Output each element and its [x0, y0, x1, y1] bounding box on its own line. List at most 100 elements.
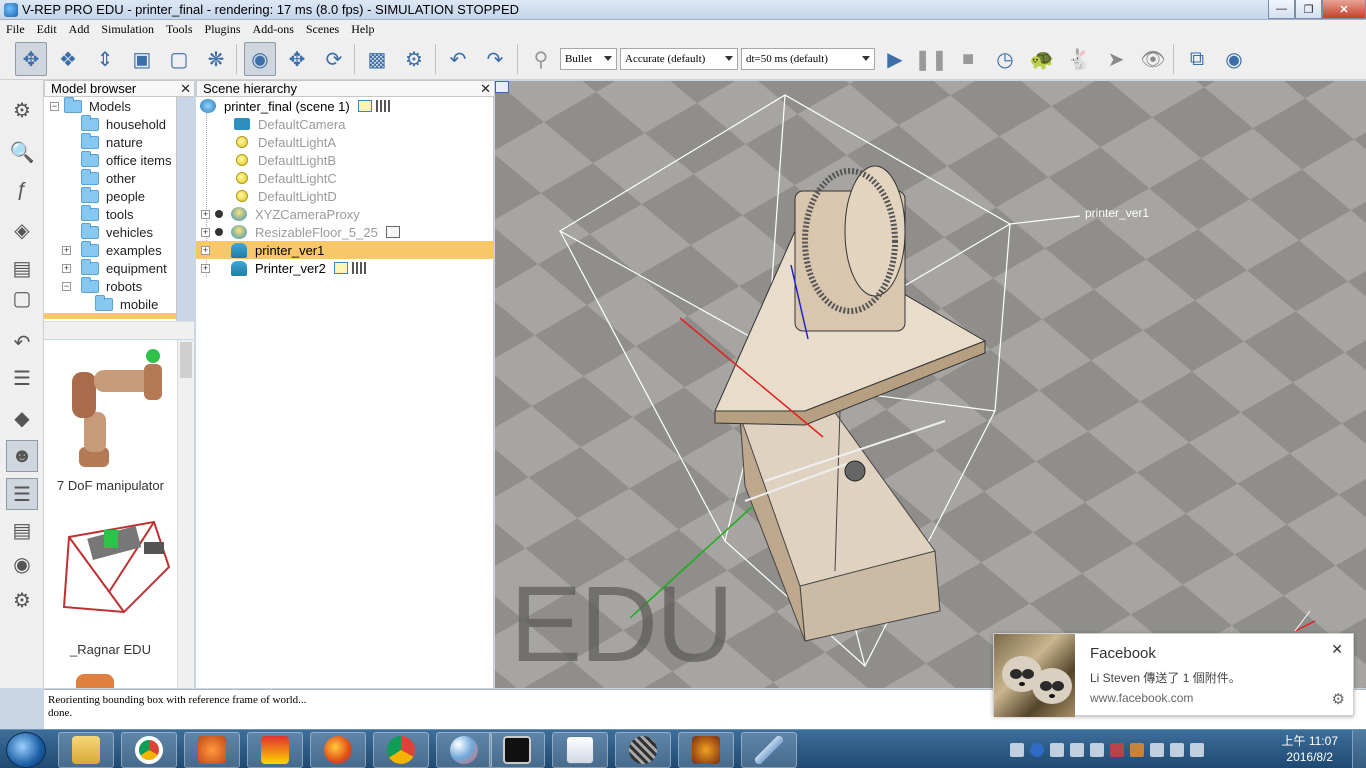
taskbar-sphere[interactable]: [615, 732, 671, 768]
taskbar-paint[interactable]: [436, 732, 492, 768]
faster-icon[interactable]: 🐇: [1063, 42, 1095, 76]
objects-icon[interactable]: ◆: [6, 402, 38, 434]
page-icon[interactable]: ▤: [6, 252, 38, 284]
realtime-icon[interactable]: ◷: [989, 42, 1021, 76]
tree-item-other[interactable]: other: [81, 168, 136, 187]
tree-item-robots[interactable]: − robots: [62, 276, 142, 295]
start-button[interactable]: [6, 732, 46, 768]
manipulator-thumbnail[interactable]: [54, 342, 169, 472]
tree-item-mobile[interactable]: mobile: [95, 294, 158, 313]
taskbar-app-red[interactable]: [247, 732, 303, 768]
power-icon[interactable]: [1170, 743, 1184, 757]
tree-item-models[interactable]: − Models: [50, 97, 131, 115]
notification-settings-icon[interactable]: ⚙: [1332, 690, 1345, 708]
tree-item-vehicles[interactable]: vehicles: [81, 222, 153, 241]
help-icon[interactable]: [1030, 743, 1044, 757]
maximize-button[interactable]: ❐: [1295, 0, 1322, 19]
minimize-button[interactable]: —: [1268, 0, 1295, 19]
volume-icon[interactable]: [1070, 743, 1084, 757]
scene-selector-icon[interactable]: ◉: [1218, 42, 1250, 76]
collections-icon[interactable]: ◈: [6, 214, 38, 246]
camera-rotate-icon[interactable]: ❖: [52, 42, 84, 76]
script-icon[interactable]: ƒ: [6, 174, 38, 206]
camera-pan-icon[interactable]: ✥: [15, 42, 47, 76]
play-icon[interactable]: ▶: [879, 42, 911, 76]
stop-icon[interactable]: ■: [952, 42, 984, 76]
video-recorder-icon[interactable]: ◉: [6, 548, 38, 580]
scene-item-printer-ver2[interactable]: + Printer_ver2: [196, 259, 494, 277]
menu-addons[interactable]: Add-ons: [253, 22, 294, 37]
scene-item-defaultlightb[interactable]: DefaultLightB: [196, 151, 494, 169]
show-desktop-button[interactable]: [1352, 730, 1366, 768]
tree-item-examples[interactable]: + examples: [62, 240, 162, 259]
3d-viewport[interactable]: printer_ver1 EDU: [495, 81, 1366, 688]
taskbar-explorer[interactable]: [58, 732, 114, 768]
scene-item-defaultlighta[interactable]: DefaultLightA: [196, 133, 494, 151]
model-browser-close-icon[interactable]: ✕: [180, 81, 191, 97]
fit-to-view-icon[interactable]: ▢: [163, 42, 195, 76]
tree-item-equipment[interactable]: + equipment: [62, 258, 167, 277]
shape-edit-icon[interactable]: ▢: [6, 282, 38, 314]
manipulate-icon[interactable]: ❋: [200, 42, 232, 76]
menu-simulation[interactable]: Simulation: [101, 22, 154, 37]
script-icon[interactable]: [333, 262, 348, 274]
taskbar-firefox[interactable]: [310, 732, 366, 768]
close-button[interactable]: ✕: [1322, 0, 1366, 19]
assemble-icon[interactable]: ▩: [361, 42, 393, 76]
visualization-icon[interactable]: 👁: [1137, 42, 1169, 76]
object-shift-icon[interactable]: ✥: [281, 42, 313, 76]
expand-icon[interactable]: +: [201, 245, 210, 255]
security-icon[interactable]: [1110, 743, 1124, 757]
scene-item-xyzcameraproxy[interactable]: + XYZCameraProxy: [196, 205, 494, 223]
path-icon[interactable]: ↶: [6, 326, 38, 358]
model-tree-hscroll[interactable]: [44, 321, 194, 339]
expand-icon[interactable]: +: [201, 263, 210, 273]
object-rotate-icon[interactable]: ⟳: [318, 42, 350, 76]
redo-icon[interactable]: ↷: [479, 42, 511, 76]
camera-zoom-icon[interactable]: ⇕: [89, 42, 121, 76]
tree-item-people[interactable]: people: [81, 186, 145, 205]
accuracy-select[interactable]: Accurate (default): [620, 48, 738, 70]
scene-item-resizablefloor[interactable]: + ResizableFloor_5_25: [196, 223, 494, 241]
script-icon[interactable]: [385, 226, 400, 238]
transfer-dna-icon[interactable]: ⚙: [398, 42, 430, 76]
simulation-settings-icon[interactable]: ⚙: [6, 94, 38, 126]
scene-item-defaultlightc[interactable]: DefaultLightC: [196, 169, 494, 187]
menu-scenes[interactable]: Scenes: [306, 22, 339, 37]
engine-select[interactable]: Bullet: [560, 48, 617, 70]
scene-item-printer-ver1[interactable]: + printer_ver1: [196, 241, 494, 259]
collapse-icon[interactable]: −: [50, 101, 59, 111]
thumbnails-scrollbar[interactable]: [177, 340, 194, 688]
menu-tools[interactable]: Tools: [166, 22, 193, 37]
pause-icon[interactable]: ❚❚: [914, 42, 948, 76]
scene-item-defaultlightd[interactable]: DefaultLightD: [196, 187, 494, 205]
layers-icon[interactable]: ▤: [6, 514, 38, 546]
chevron-icon[interactable]: [1050, 743, 1064, 757]
thread-rendering-icon[interactable]: ➤: [1100, 42, 1132, 76]
model-browser-icon[interactable]: ☻: [6, 440, 38, 472]
expand-icon[interactable]: +: [62, 263, 71, 273]
clock[interactable]: 上午 11:07 2016/8/2: [1282, 733, 1338, 765]
page-selector-icon[interactable]: ⧉: [1181, 42, 1213, 76]
taskbar-chrome-2[interactable]: [373, 732, 429, 768]
taskbar-vrep[interactable]: [184, 732, 240, 768]
tree-item-tools[interactable]: tools: [81, 204, 133, 223]
taskbar-window[interactable]: [552, 732, 608, 768]
taskbar-game[interactable]: [678, 732, 734, 768]
search-icon[interactable]: 🔍: [6, 136, 38, 168]
menu-edit[interactable]: Edit: [37, 22, 57, 37]
app-tray-icon[interactable]: [1130, 743, 1144, 757]
scene-hierarchy-icon[interactable]: ☰: [6, 478, 38, 510]
camera-angle-icon[interactable]: ▣: [126, 42, 158, 76]
menu-plugins[interactable]: Plugins: [205, 22, 241, 37]
scene-root[interactable]: printer_final (scene 1): [196, 97, 494, 115]
flag-icon[interactable]: [1150, 743, 1164, 757]
ragnar-thumbnail[interactable]: [49, 512, 174, 622]
tree-item-office-items[interactable]: office items: [81, 150, 172, 169]
expand-icon[interactable]: +: [201, 209, 210, 219]
expand-icon[interactable]: +: [62, 245, 71, 255]
scene-hierarchy-close-icon[interactable]: ✕: [480, 81, 491, 97]
notification-close-icon[interactable]: ✕: [1331, 641, 1343, 658]
facebook-notification[interactable]: Facebook Li Steven 傳送了 1 個附件。 www.facebo…: [993, 633, 1354, 717]
menu-file[interactable]: File: [6, 22, 25, 37]
